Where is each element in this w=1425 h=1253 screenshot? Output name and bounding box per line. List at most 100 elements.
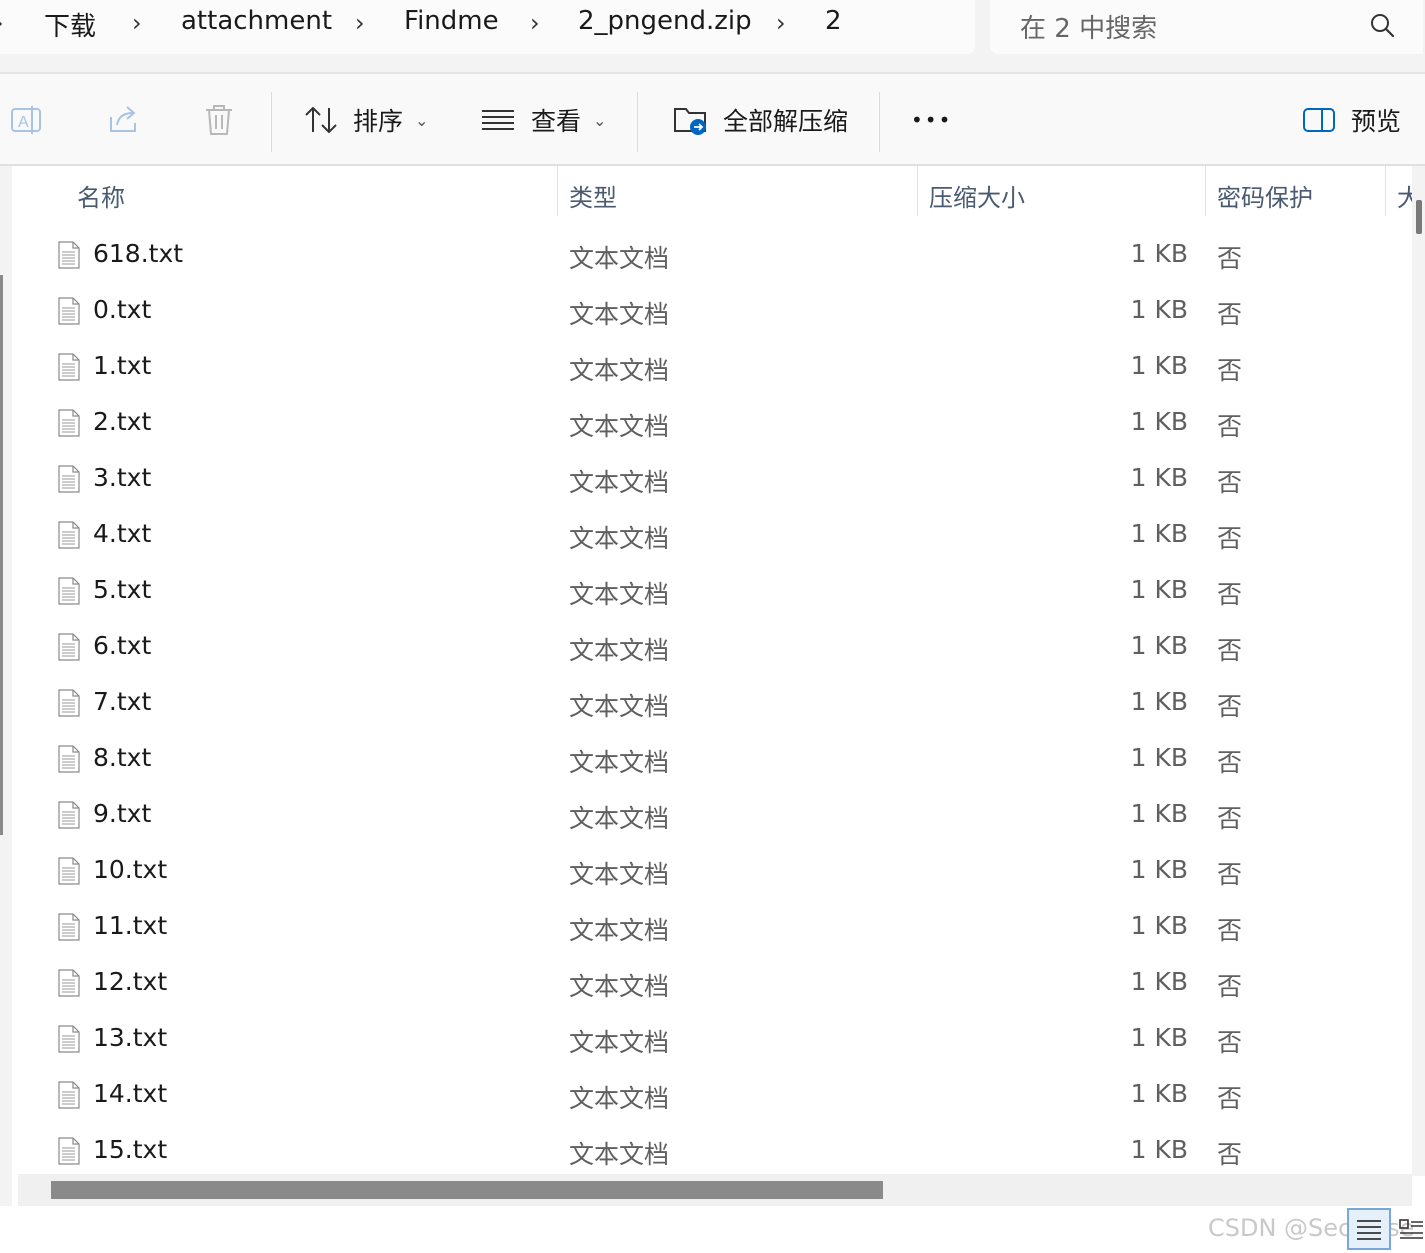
file-row[interactable]: 14.txt 文本文档 1 KB 否 — [12, 1067, 1412, 1123]
file-password-protected: 否 — [1217, 1028, 1243, 1057]
file-compressed-size: 1 KB — [1130, 631, 1188, 660]
text-file-icon — [58, 521, 80, 549]
file-name: 5.txt — [93, 575, 152, 604]
breadcrumb-item-downloads[interactable]: 下载 — [44, 6, 96, 43]
column-header-password[interactable]: 密码保护 — [1205, 166, 1385, 218]
file-password-protected: 否 — [1217, 300, 1243, 329]
file-type: 文本文档 — [569, 692, 670, 721]
file-password-protected: 否 — [1217, 468, 1243, 497]
search-input[interactable]: 在 2 中搜索 — [990, 0, 1423, 54]
file-row[interactable]: 2.txt 文本文档 1 KB 否 — [12, 395, 1412, 451]
breadcrumb-item-current[interactable]: 2 — [825, 6, 842, 36]
file-row[interactable]: 6.txt 文本文档 1 KB 否 — [12, 619, 1412, 675]
file-name: 14.txt — [93, 1079, 168, 1108]
horizontal-scrollbar-thumb[interactable] — [51, 1181, 883, 1199]
text-file-icon — [58, 241, 80, 269]
more-options-button[interactable]: ••• — [911, 74, 952, 166]
file-row[interactable]: 1.txt 文本文档 1 KB 否 — [12, 339, 1412, 395]
file-name: 0.txt — [93, 295, 152, 324]
file-row[interactable]: 9.txt 文本文档 1 KB 否 — [12, 787, 1412, 843]
text-file-icon — [58, 409, 80, 437]
column-header-size-label: 大 — [1397, 184, 1412, 212]
breadcrumb[interactable]: › 下载 › attachment › Findme › 2_pngend.zi… — [0, 0, 975, 54]
file-row[interactable]: 4.txt 文本文档 1 KB 否 — [12, 507, 1412, 563]
file-compressed-size: 1 KB — [1130, 295, 1188, 324]
file-password-protected: 否 — [1217, 916, 1243, 945]
file-row[interactable]: 8.txt 文本文档 1 KB 否 — [12, 731, 1412, 787]
text-file-icon — [58, 465, 80, 493]
delete-button[interactable] — [203, 74, 235, 166]
file-row[interactable]: 10.txt 文本文档 1 KB 否 — [12, 843, 1412, 899]
file-row[interactable]: 12.txt 文本文档 1 KB 否 — [12, 955, 1412, 1011]
file-compressed-size: 1 KB — [1130, 911, 1188, 940]
chevron-down-icon: ⌄ — [415, 110, 429, 130]
column-header-size[interactable]: 大 — [1385, 166, 1412, 218]
breadcrumb-chevron-icon[interactable]: › — [355, 9, 365, 37]
file-row[interactable]: 618.txt 文本文档 1 KB 否 — [12, 227, 1412, 283]
svg-text:A: A — [18, 114, 29, 131]
file-type: 文本文档 — [569, 356, 670, 385]
file-row[interactable]: 0.txt 文本文档 1 KB 否 — [12, 283, 1412, 339]
breadcrumb-item-zip[interactable]: 2_pngend.zip — [578, 6, 752, 36]
preview-pane-button[interactable]: 预览 — [1302, 74, 1401, 166]
file-compressed-size: 1 KB — [1130, 1079, 1188, 1108]
breadcrumb-chevron-icon[interactable]: › — [776, 9, 786, 37]
text-file-icon — [58, 1137, 80, 1165]
text-file-icon — [58, 353, 80, 381]
column-header-compressed-size-label: 压缩大小 — [929, 184, 1025, 212]
search-icon[interactable] — [1369, 12, 1395, 38]
file-password-protected: 否 — [1217, 580, 1243, 609]
breadcrumb-chevron-icon[interactable]: › — [530, 9, 540, 37]
text-file-icon — [58, 857, 80, 885]
file-name: 6.txt — [93, 631, 152, 660]
horizontal-scrollbar[interactable] — [18, 1174, 1412, 1206]
vertical-scrollbar-thumb[interactable] — [1416, 200, 1422, 234]
breadcrumb-item-findme[interactable]: Findme — [404, 6, 499, 36]
command-bar: A 排序 ⌄ 查看 ⌄ 全部解压缩 ••• 预览 — [0, 72, 1425, 166]
file-name: 1.txt — [93, 351, 152, 380]
file-compressed-size: 1 KB — [1130, 463, 1188, 492]
file-compressed-size: 1 KB — [1130, 351, 1188, 380]
file-row[interactable]: 3.txt 文本文档 1 KB 否 — [12, 451, 1412, 507]
file-compressed-size: 1 KB — [1130, 1135, 1188, 1164]
file-name: 9.txt — [93, 799, 152, 828]
toolbar-separator — [637, 92, 638, 152]
breadcrumb-item-attachment[interactable]: attachment — [181, 6, 332, 36]
file-row[interactable]: 5.txt 文本文档 1 KB 否 — [12, 563, 1412, 619]
status-bar: CSDN @SecPulse — [0, 1206, 1425, 1253]
file-password-protected: 否 — [1217, 524, 1243, 553]
navigation-pane-splitter[interactable] — [0, 275, 3, 835]
file-row[interactable]: 7.txt 文本文档 1 KB 否 — [12, 675, 1412, 731]
breadcrumb-chevron-icon[interactable]: › — [132, 9, 142, 37]
file-compressed-size: 1 KB — [1130, 519, 1188, 548]
column-header-compressed-size[interactable]: 压缩大小 — [917, 166, 1205, 218]
file-name: 4.txt — [93, 519, 152, 548]
details-view-button[interactable] — [1347, 1208, 1391, 1250]
file-name: 3.txt — [93, 463, 152, 492]
share-icon — [110, 106, 136, 132]
column-header-type[interactable]: 类型 — [557, 166, 917, 218]
file-password-protected: 否 — [1217, 244, 1243, 273]
share-button[interactable] — [107, 74, 141, 166]
view-icon — [482, 110, 514, 130]
column-header-name[interactable]: 名称 — [12, 166, 557, 218]
file-row[interactable]: 11.txt 文本文档 1 KB 否 — [12, 899, 1412, 955]
file-row[interactable]: 15.txt 文本文档 1 KB 否 — [12, 1123, 1412, 1179]
file-password-protected: 否 — [1217, 1140, 1243, 1169]
details-view-icon — [1357, 1220, 1381, 1240]
file-password-protected: 否 — [1217, 1084, 1243, 1113]
sort-label: 排序 — [353, 107, 404, 136]
rename-button[interactable]: A — [10, 74, 44, 166]
view-label: 查看 — [531, 107, 582, 136]
extract-all-button[interactable]: 全部解压缩 — [673, 74, 848, 166]
file-list: 名称 类型 压缩大小 密码保护 大 618.txt 文本文档 1 KB 否 0.txt 文… — [12, 166, 1412, 1176]
file-row[interactable]: 13.txt 文本文档 1 KB 否 — [12, 1011, 1412, 1067]
file-password-protected: 否 — [1217, 636, 1243, 665]
sort-button[interactable]: 排序 ⌄ — [303, 74, 428, 166]
view-button[interactable]: 查看 ⌄ — [481, 74, 606, 166]
breadcrumb-chevron-icon[interactable]: › — [0, 9, 4, 37]
file-password-protected: 否 — [1217, 748, 1243, 777]
tiles-view-button[interactable] — [1398, 1208, 1425, 1250]
vertical-scrollbar[interactable] — [1412, 166, 1425, 1176]
file-type: 文本文档 — [569, 636, 670, 665]
